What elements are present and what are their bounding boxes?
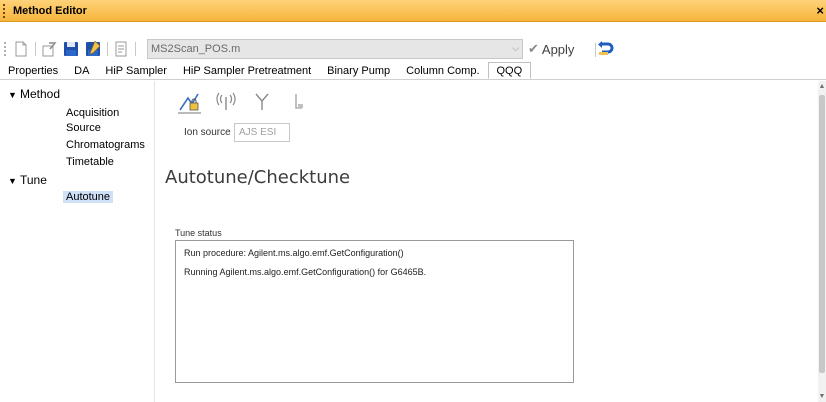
tree-node-label: Tune bbox=[20, 173, 47, 187]
ion-source-field: AJS ESI bbox=[234, 123, 290, 142]
titlebar-grip[interactable] bbox=[3, 3, 9, 18]
tree-item-chromatograms[interactable]: Chromatograms bbox=[66, 139, 145, 151]
ion-source-label: Ion source bbox=[184, 127, 231, 138]
status-line: Running Agilent.ms.algo.emf.GetConfigura… bbox=[184, 267, 427, 277]
scroll-up-icon[interactable]: ▲ bbox=[818, 83, 826, 90]
window-titlebar: Method Editor × bbox=[0, 0, 826, 22]
antenna-icon[interactable] bbox=[212, 90, 240, 114]
tab-qqq[interactable]: QQQ bbox=[487, 62, 532, 79]
tree-item-acquisition[interactable]: Acquisition bbox=[66, 107, 119, 119]
apply-button[interactable]: ✔ Apply bbox=[528, 39, 574, 59]
method-file-combo[interactable]: MS2Scan_POS.m ⌵ bbox=[147, 39, 523, 59]
tab-da[interactable]: DA bbox=[66, 63, 97, 79]
scroll-down-icon[interactable]: ▼ bbox=[818, 393, 826, 400]
save-icon[interactable] bbox=[62, 40, 80, 58]
checkmark-icon: ✔ bbox=[528, 41, 539, 56]
probe-icon[interactable] bbox=[284, 90, 312, 114]
tab-column-comp[interactable]: Column Comp. bbox=[398, 63, 487, 79]
open-icon[interactable] bbox=[40, 40, 58, 58]
toolbar-separator bbox=[35, 42, 36, 56]
close-icon[interactable]: × bbox=[816, 3, 824, 18]
tune-lock-icon[interactable] bbox=[176, 90, 204, 114]
toolbar-separator bbox=[135, 42, 136, 56]
tab-properties[interactable]: Properties bbox=[0, 63, 66, 79]
tab-strip: Properties DA HiP Sampler HiP Sampler Pr… bbox=[0, 62, 826, 80]
status-line: Run procedure: Agilent.ms.algo.emf.GetCo… bbox=[184, 248, 404, 258]
qqq-panel: Ion source AJS ESI Autotune/Checktune Tu… bbox=[156, 81, 818, 402]
vertical-scrollbar[interactable]: ▲ ▼ bbox=[818, 81, 826, 402]
new-icon[interactable] bbox=[12, 40, 30, 58]
collapse-arrow-icon[interactable]: ▼ bbox=[8, 90, 20, 100]
fork-icon[interactable] bbox=[248, 90, 276, 114]
tune-status-label: Tune status bbox=[175, 228, 222, 238]
tree-node-method[interactable]: ▼ Method bbox=[8, 87, 60, 101]
toolbar-grip[interactable] bbox=[4, 42, 8, 56]
tree-item-source[interactable]: Source bbox=[66, 122, 101, 134]
tab-binary-pump[interactable]: Binary Pump bbox=[319, 63, 398, 79]
page-title: Autotune/Checktune bbox=[165, 167, 351, 188]
tree-item-autotune[interactable]: Autotune bbox=[63, 191, 114, 203]
collapse-arrow-icon[interactable]: ▼ bbox=[8, 176, 20, 186]
tab-hip-sampler[interactable]: HiP Sampler bbox=[97, 63, 175, 79]
tab-hip-sampler-pretreatment[interactable]: HiP Sampler Pretreatment bbox=[175, 63, 319, 79]
tree-node-tune[interactable]: ▼ Tune bbox=[8, 173, 47, 187]
scrollbar-thumb[interactable] bbox=[819, 95, 825, 373]
tree-item-timetable[interactable]: Timetable bbox=[66, 156, 114, 168]
panel-iconbar bbox=[176, 89, 320, 115]
tree-node-label: Method bbox=[20, 87, 61, 101]
apply-label: Apply bbox=[541, 41, 575, 57]
toolbar-separator bbox=[107, 42, 108, 56]
undo-icon[interactable] bbox=[596, 40, 614, 58]
report-icon[interactable] bbox=[112, 40, 130, 58]
window-title: Method Editor bbox=[13, 4, 87, 17]
save-as-icon[interactable] bbox=[84, 40, 102, 58]
tune-status-box[interactable]: Run procedure: Agilent.ms.algo.emf.GetCo… bbox=[175, 240, 574, 383]
method-tree: ▼ Method Acquisition Source Chromatograms… bbox=[0, 81, 155, 402]
chevron-down-icon[interactable]: ⌵ bbox=[512, 43, 519, 54]
method-file-name: MS2Scan_POS.m bbox=[151, 43, 241, 55]
